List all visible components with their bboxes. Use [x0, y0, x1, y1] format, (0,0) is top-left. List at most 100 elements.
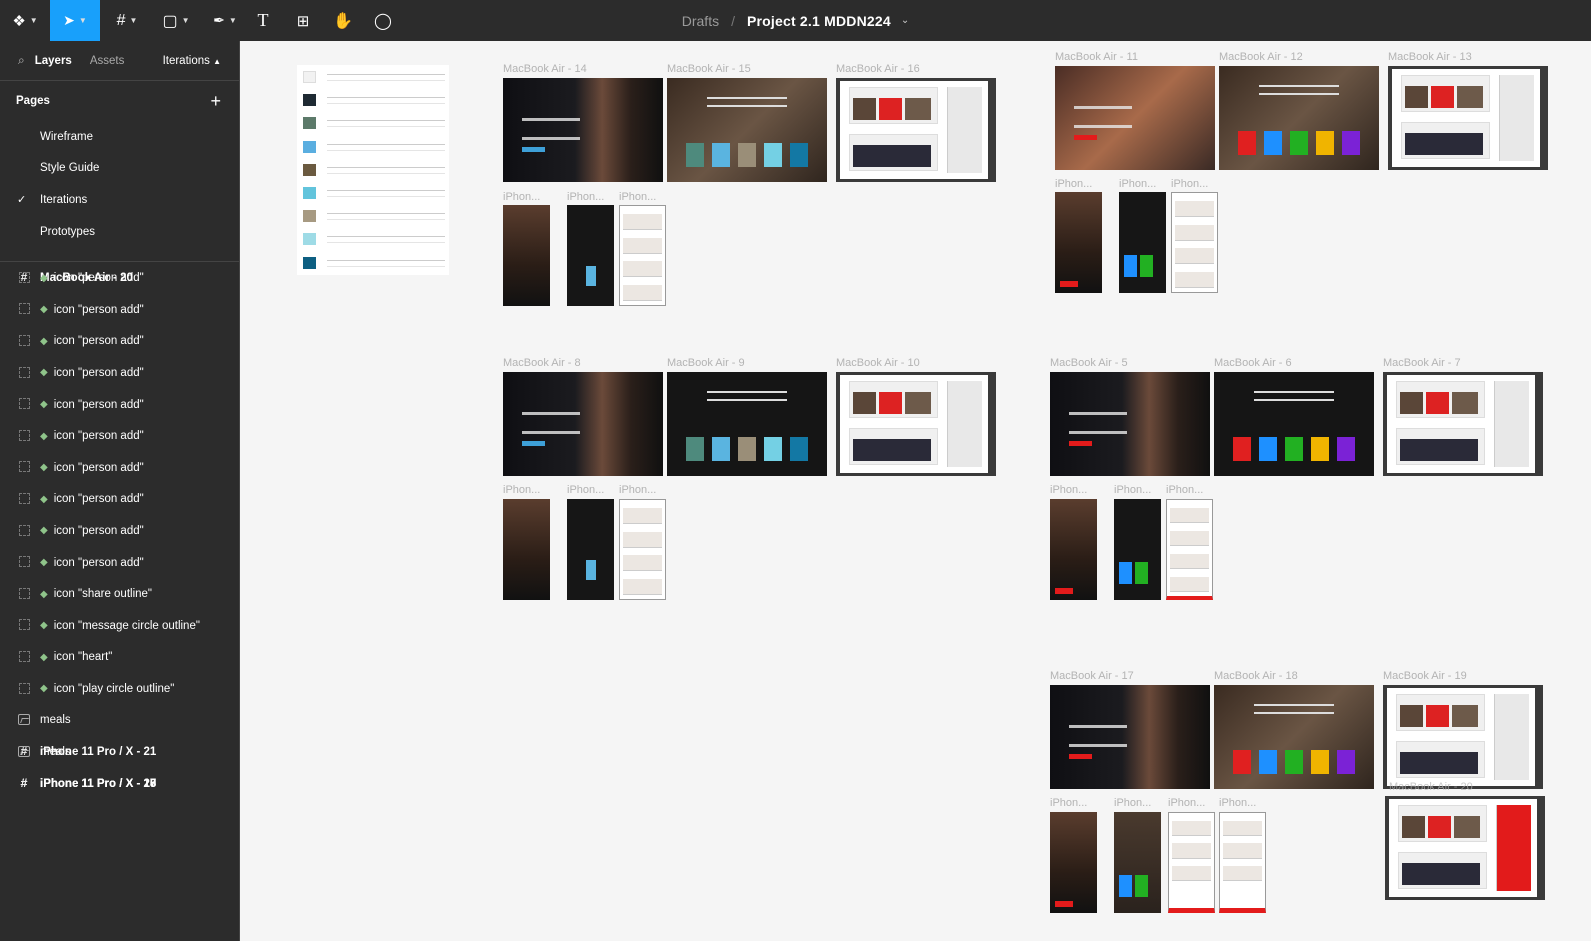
- main-menu-button[interactable]: ❖ ▼: [0, 0, 50, 41]
- page-item-wireframe[interactable]: Wireframe: [0, 121, 239, 153]
- macbook-frame-14[interactable]: [503, 78, 663, 182]
- breadcrumb-drafts[interactable]: Drafts: [682, 13, 719, 29]
- frame-label[interactable]: iPhon...: [567, 191, 604, 203]
- frame-label[interactable]: iPhon...: [1050, 797, 1087, 809]
- frame-label[interactable]: iPhon...: [503, 484, 540, 496]
- tab-layers[interactable]: Layers: [35, 55, 72, 67]
- macbook-frame-16[interactable]: [836, 78, 996, 182]
- macbook-frame-20[interactable]: [1385, 796, 1545, 900]
- frame-label[interactable]: MacBook Air - 12: [1219, 51, 1303, 63]
- frame-label[interactable]: MacBook Air - 18: [1214, 670, 1298, 682]
- frame-label[interactable]: iPhon...: [1219, 797, 1256, 809]
- page-item-prototypes[interactable]: Prototypes: [0, 216, 239, 248]
- macbook-frame-18[interactable]: [1214, 685, 1374, 789]
- iphone-frame[interactable]: [567, 499, 614, 600]
- frame-label[interactable]: iPhon...: [1050, 484, 1087, 496]
- macbook-frame-12[interactable]: [1219, 66, 1379, 170]
- iphone-frame[interactable]: [1055, 192, 1102, 293]
- iphone-frame[interactable]: [1050, 499, 1097, 600]
- frame-label[interactable]: iPhon...: [1166, 484, 1203, 496]
- layer-item[interactable]: ◆ icon "message circle outline": [0, 610, 239, 642]
- layer-item[interactable]: ◆ icon "person add": [0, 547, 239, 579]
- frame-label[interactable]: MacBook Air - 9: [667, 357, 745, 369]
- frame-label[interactable]: MacBook Air - 8: [503, 357, 581, 369]
- macbook-frame-13[interactable]: [1388, 66, 1548, 170]
- frame-label[interactable]: iPhon...: [1114, 484, 1151, 496]
- text-tool-button[interactable]: T: [248, 0, 278, 41]
- iphone-frame[interactable]: [1166, 499, 1213, 600]
- iphone-frame[interactable]: [503, 499, 550, 600]
- layer-item[interactable]: ◆ icon "person add": [0, 326, 239, 358]
- current-page-selector[interactable]: Iterations ▲: [163, 55, 221, 67]
- frame-label[interactable]: iPhon...: [1055, 178, 1092, 190]
- iphone-frame[interactable]: [619, 499, 666, 600]
- macbook-frame-10[interactable]: [836, 372, 996, 476]
- frame-label[interactable]: iPhon...: [1119, 178, 1156, 190]
- frame-label[interactable]: MacBook Air - 13: [1388, 51, 1472, 63]
- tab-assets[interactable]: Assets: [90, 55, 125, 67]
- frame-label[interactable]: MacBook Air - 17: [1050, 670, 1134, 682]
- iphone-frame[interactable]: [503, 205, 550, 306]
- macbook-frame-15[interactable]: [667, 78, 827, 182]
- frame-label[interactable]: iPhon...: [1114, 797, 1151, 809]
- frame-label[interactable]: MacBook Air - 19: [1383, 670, 1467, 682]
- frame-label[interactable]: MacBook Air - 5: [1050, 357, 1128, 369]
- color-swatch-card[interactable]: [297, 65, 449, 275]
- layer-item[interactable]: ◆ icon "heart": [0, 642, 239, 674]
- resources-tool-button[interactable]: ⊞: [288, 0, 318, 41]
- macbook-frame-5[interactable]: [1050, 372, 1210, 476]
- layer-item[interactable]: ◆ icon "person add": [0, 515, 239, 547]
- layer-item[interactable]: ◆ icon "person add": [0, 389, 239, 421]
- iphone-frame[interactable]: [1171, 192, 1218, 293]
- iphone-frame[interactable]: [619, 205, 666, 306]
- move-tool-button[interactable]: ➤ ▼: [50, 0, 100, 41]
- frame-label[interactable]: iPhon...: [1168, 797, 1205, 809]
- pen-tool-button[interactable]: ✒ ▼: [202, 0, 248, 41]
- frame-label[interactable]: iPhon...: [619, 191, 656, 203]
- layer-item[interactable]: # iPhone 11 Pro / X - 17: [0, 768, 157, 800]
- search-icon[interactable]: ⌕: [18, 53, 25, 68]
- chevron-down-icon[interactable]: ⌄: [901, 15, 909, 26]
- iphone-frame[interactable]: [1114, 499, 1161, 600]
- frame-label[interactable]: MacBook Air - 16: [836, 63, 920, 75]
- layer-item[interactable]: meals: [0, 736, 239, 768]
- add-page-icon[interactable]: +: [210, 91, 221, 112]
- frame-tool-button[interactable]: # ▼: [104, 0, 150, 41]
- frame-label[interactable]: iPhon...: [503, 191, 540, 203]
- layer-item[interactable]: ◆ icon "person add": [0, 452, 239, 484]
- frame-label[interactable]: iPhon...: [619, 484, 656, 496]
- layer-item[interactable]: ◆ icon "share outline": [0, 578, 239, 610]
- frame-label[interactable]: MacBook Air - 7: [1383, 357, 1461, 369]
- layer-item[interactable]: ◆ icon "play circle outline": [0, 673, 239, 705]
- layer-item[interactable]: ◆ icon "person add": [0, 357, 239, 389]
- canvas[interactable]: MacBook Air - 14 MacBook Air - 15 MacBoo…: [241, 41, 1591, 941]
- layer-item[interactable]: ◆ icon "person add": [0, 262, 239, 294]
- frame-label[interactable]: MacBook Air - 14: [503, 63, 587, 75]
- frame-label[interactable]: MacBook Air - 15: [667, 63, 751, 75]
- hand-tool-button[interactable]: ✋: [328, 0, 358, 41]
- layer-item[interactable]: ◆ icon "person add": [0, 420, 239, 452]
- comment-tool-button[interactable]: ◯: [368, 0, 398, 41]
- macbook-frame-7[interactable]: [1383, 372, 1543, 476]
- project-name[interactable]: Project 2.1 MDDN224: [747, 13, 891, 29]
- macbook-frame-11[interactable]: [1055, 66, 1215, 170]
- layer-item[interactable]: ◆ icon "person add": [0, 294, 239, 326]
- iphone-frame[interactable]: [1168, 812, 1215, 913]
- frame-label[interactable]: MacBook Air - 10: [836, 357, 920, 369]
- shape-tool-button[interactable]: ▢ ▼: [153, 0, 199, 41]
- iphone-frame[interactable]: [1119, 192, 1166, 293]
- macbook-frame-19[interactable]: [1383, 685, 1543, 789]
- frame-label[interactable]: MacBook Air - 11: [1055, 51, 1138, 63]
- iphone-frame[interactable]: [1114, 812, 1161, 913]
- macbook-frame-6[interactable]: [1214, 372, 1374, 476]
- frame-label[interactable]: MacBook Air - 6: [1214, 357, 1292, 369]
- macbook-frame-9[interactable]: [667, 372, 827, 476]
- iphone-frame[interactable]: [1219, 812, 1266, 913]
- layer-item[interactable]: ◆ icon "person add": [0, 484, 239, 516]
- frame-label[interactable]: iPhon...: [567, 484, 604, 496]
- macbook-frame-17[interactable]: [1050, 685, 1210, 789]
- macbook-frame-8[interactable]: [503, 372, 663, 476]
- iphone-frame[interactable]: [567, 205, 614, 306]
- frame-label[interactable]: MacBook Air - 20: [1389, 781, 1473, 793]
- page-item-iterations[interactable]: ✓ Iterations: [0, 184, 239, 216]
